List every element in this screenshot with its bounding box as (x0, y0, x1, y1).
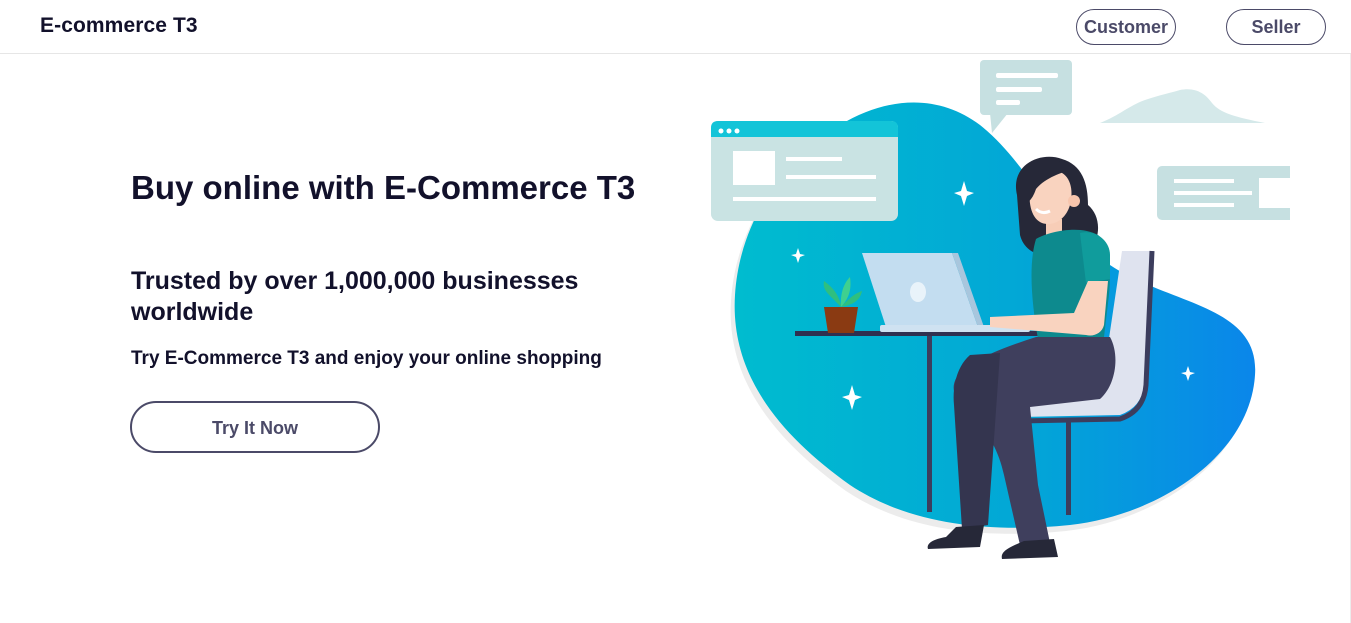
brand-logo-text[interactable]: E-commerce T3 (40, 14, 198, 38)
seller-button[interactable]: Seller (1226, 9, 1326, 45)
hero-description: Try E-Commerce T3 and enjoy your online … (131, 348, 602, 369)
browser-window-card (711, 121, 898, 221)
chat-bubble-icon (980, 60, 1072, 133)
woman-laptop-illustration (711, 60, 1290, 559)
hero-subtitle: Trusted by over 1,000,000 businesses wor… (131, 267, 579, 326)
customer-button[interactable]: Customer (1076, 9, 1176, 45)
try-it-now-button[interactable]: Try It Now (130, 401, 380, 453)
cloud-shape (1100, 89, 1265, 123)
info-card (1157, 166, 1290, 220)
top-navbar: E-commerce T3 Customer Seller (0, 0, 1351, 54)
hero-title: Buy online with E-Commerce T3 (131, 169, 636, 206)
